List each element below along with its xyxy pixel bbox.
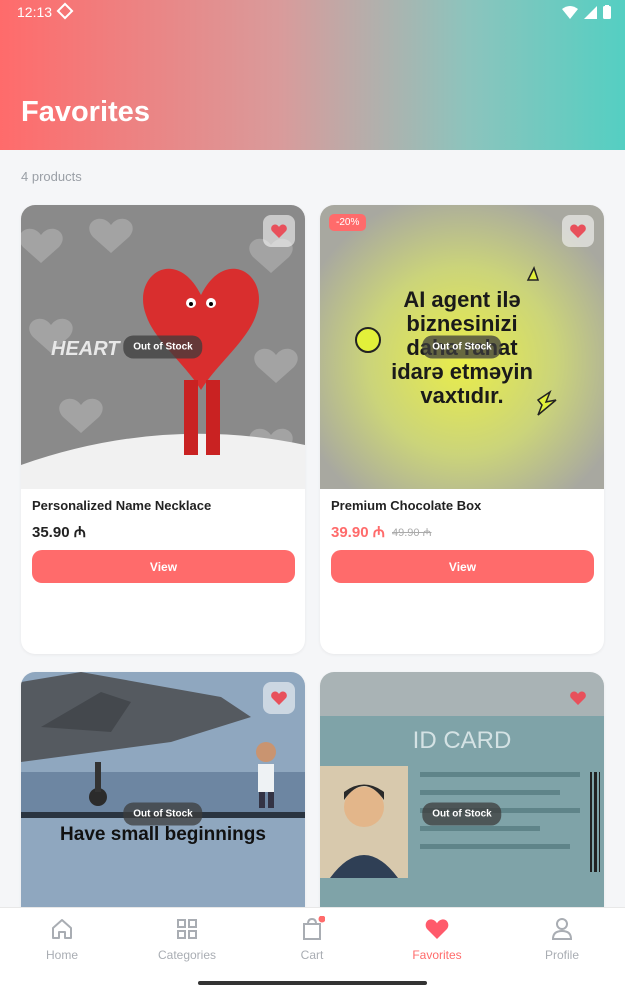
product-name: Personalized Name Necklace xyxy=(32,498,212,513)
sim-icon xyxy=(56,2,74,20)
product-image: HEART Out of Stock xyxy=(21,205,305,489)
nav-label: Cart xyxy=(300,948,324,962)
out-of-stock-badge: Out of Stock xyxy=(123,335,203,359)
signal-icon xyxy=(584,5,597,19)
battery-icon xyxy=(603,5,611,19)
favorite-button[interactable] xyxy=(562,215,594,247)
out-of-stock-badge: Out of Stock xyxy=(422,335,502,359)
status-bar: 12:13 xyxy=(0,0,625,26)
bag-icon xyxy=(303,916,325,940)
product-price: 35.90 ₼ xyxy=(32,524,86,541)
app-header: 12:13 Favorites xyxy=(0,0,625,150)
nav-label: Home xyxy=(45,948,78,962)
page-title: Favorites xyxy=(21,96,150,128)
nav-home[interactable]: Home xyxy=(12,916,112,962)
nav-cart[interactable]: Cart xyxy=(262,916,362,962)
product-card[interactable]: AI agent ilə biznesinizi daha rahat idar… xyxy=(320,205,604,654)
favorite-button[interactable] xyxy=(562,682,594,714)
wifi-icon xyxy=(562,5,578,19)
image-text-line: idarə etməyin xyxy=(391,359,533,384)
view-button[interactable]: View xyxy=(331,550,594,583)
image-text-line: biznesinizi xyxy=(406,311,517,336)
out-of-stock-badge: Out of Stock xyxy=(422,802,502,826)
nav-label: Profile xyxy=(544,948,579,962)
status-time: 12:13 xyxy=(17,4,53,20)
heart-icon xyxy=(570,691,586,705)
image-text: Have small beginnings xyxy=(60,824,266,845)
heart-icon xyxy=(425,919,449,939)
home-icon xyxy=(52,919,72,939)
image-text: HEART xyxy=(51,338,121,360)
nav-categories[interactable]: Categories xyxy=(137,916,237,962)
gesture-bar[interactable] xyxy=(198,981,427,985)
heart-icon xyxy=(570,224,586,238)
image-text-line: vaxtıdır. xyxy=(420,383,503,408)
product-name: Premium Chocolate Box xyxy=(331,498,482,513)
heart-icon xyxy=(271,691,287,705)
image-text-line: AI agent ilə xyxy=(403,287,520,312)
nav-label: Categories xyxy=(157,948,217,962)
favorite-button[interactable] xyxy=(263,682,295,714)
product-price: 39.90 ₼ xyxy=(331,524,385,541)
bottom-navigation: Home Categories Cart Favorites Profile xyxy=(0,907,625,1000)
product-old-price: 49.90 ₼ xyxy=(392,527,432,539)
heart-icon xyxy=(271,224,287,238)
nav-label: Favorites xyxy=(412,948,462,962)
nav-profile[interactable]: Profile xyxy=(512,916,612,962)
product-image: AI agent ilə biznesinizi daha rahat idar… xyxy=(320,205,604,489)
grid-icon xyxy=(177,919,197,939)
person-icon xyxy=(551,918,573,940)
product-card[interactable]: HEART Out of Stock Personalized Name Nec… xyxy=(21,205,305,654)
view-button[interactable]: View xyxy=(32,550,295,583)
out-of-stock-badge: Out of Stock xyxy=(123,802,203,826)
status-icons xyxy=(562,5,611,19)
discount-badge: -20% xyxy=(329,214,367,231)
product-count: 4 products xyxy=(21,169,82,184)
favorite-button[interactable] xyxy=(263,215,295,247)
image-text: ID CARD xyxy=(413,727,512,754)
nav-favorites[interactable]: Favorites xyxy=(387,916,487,962)
